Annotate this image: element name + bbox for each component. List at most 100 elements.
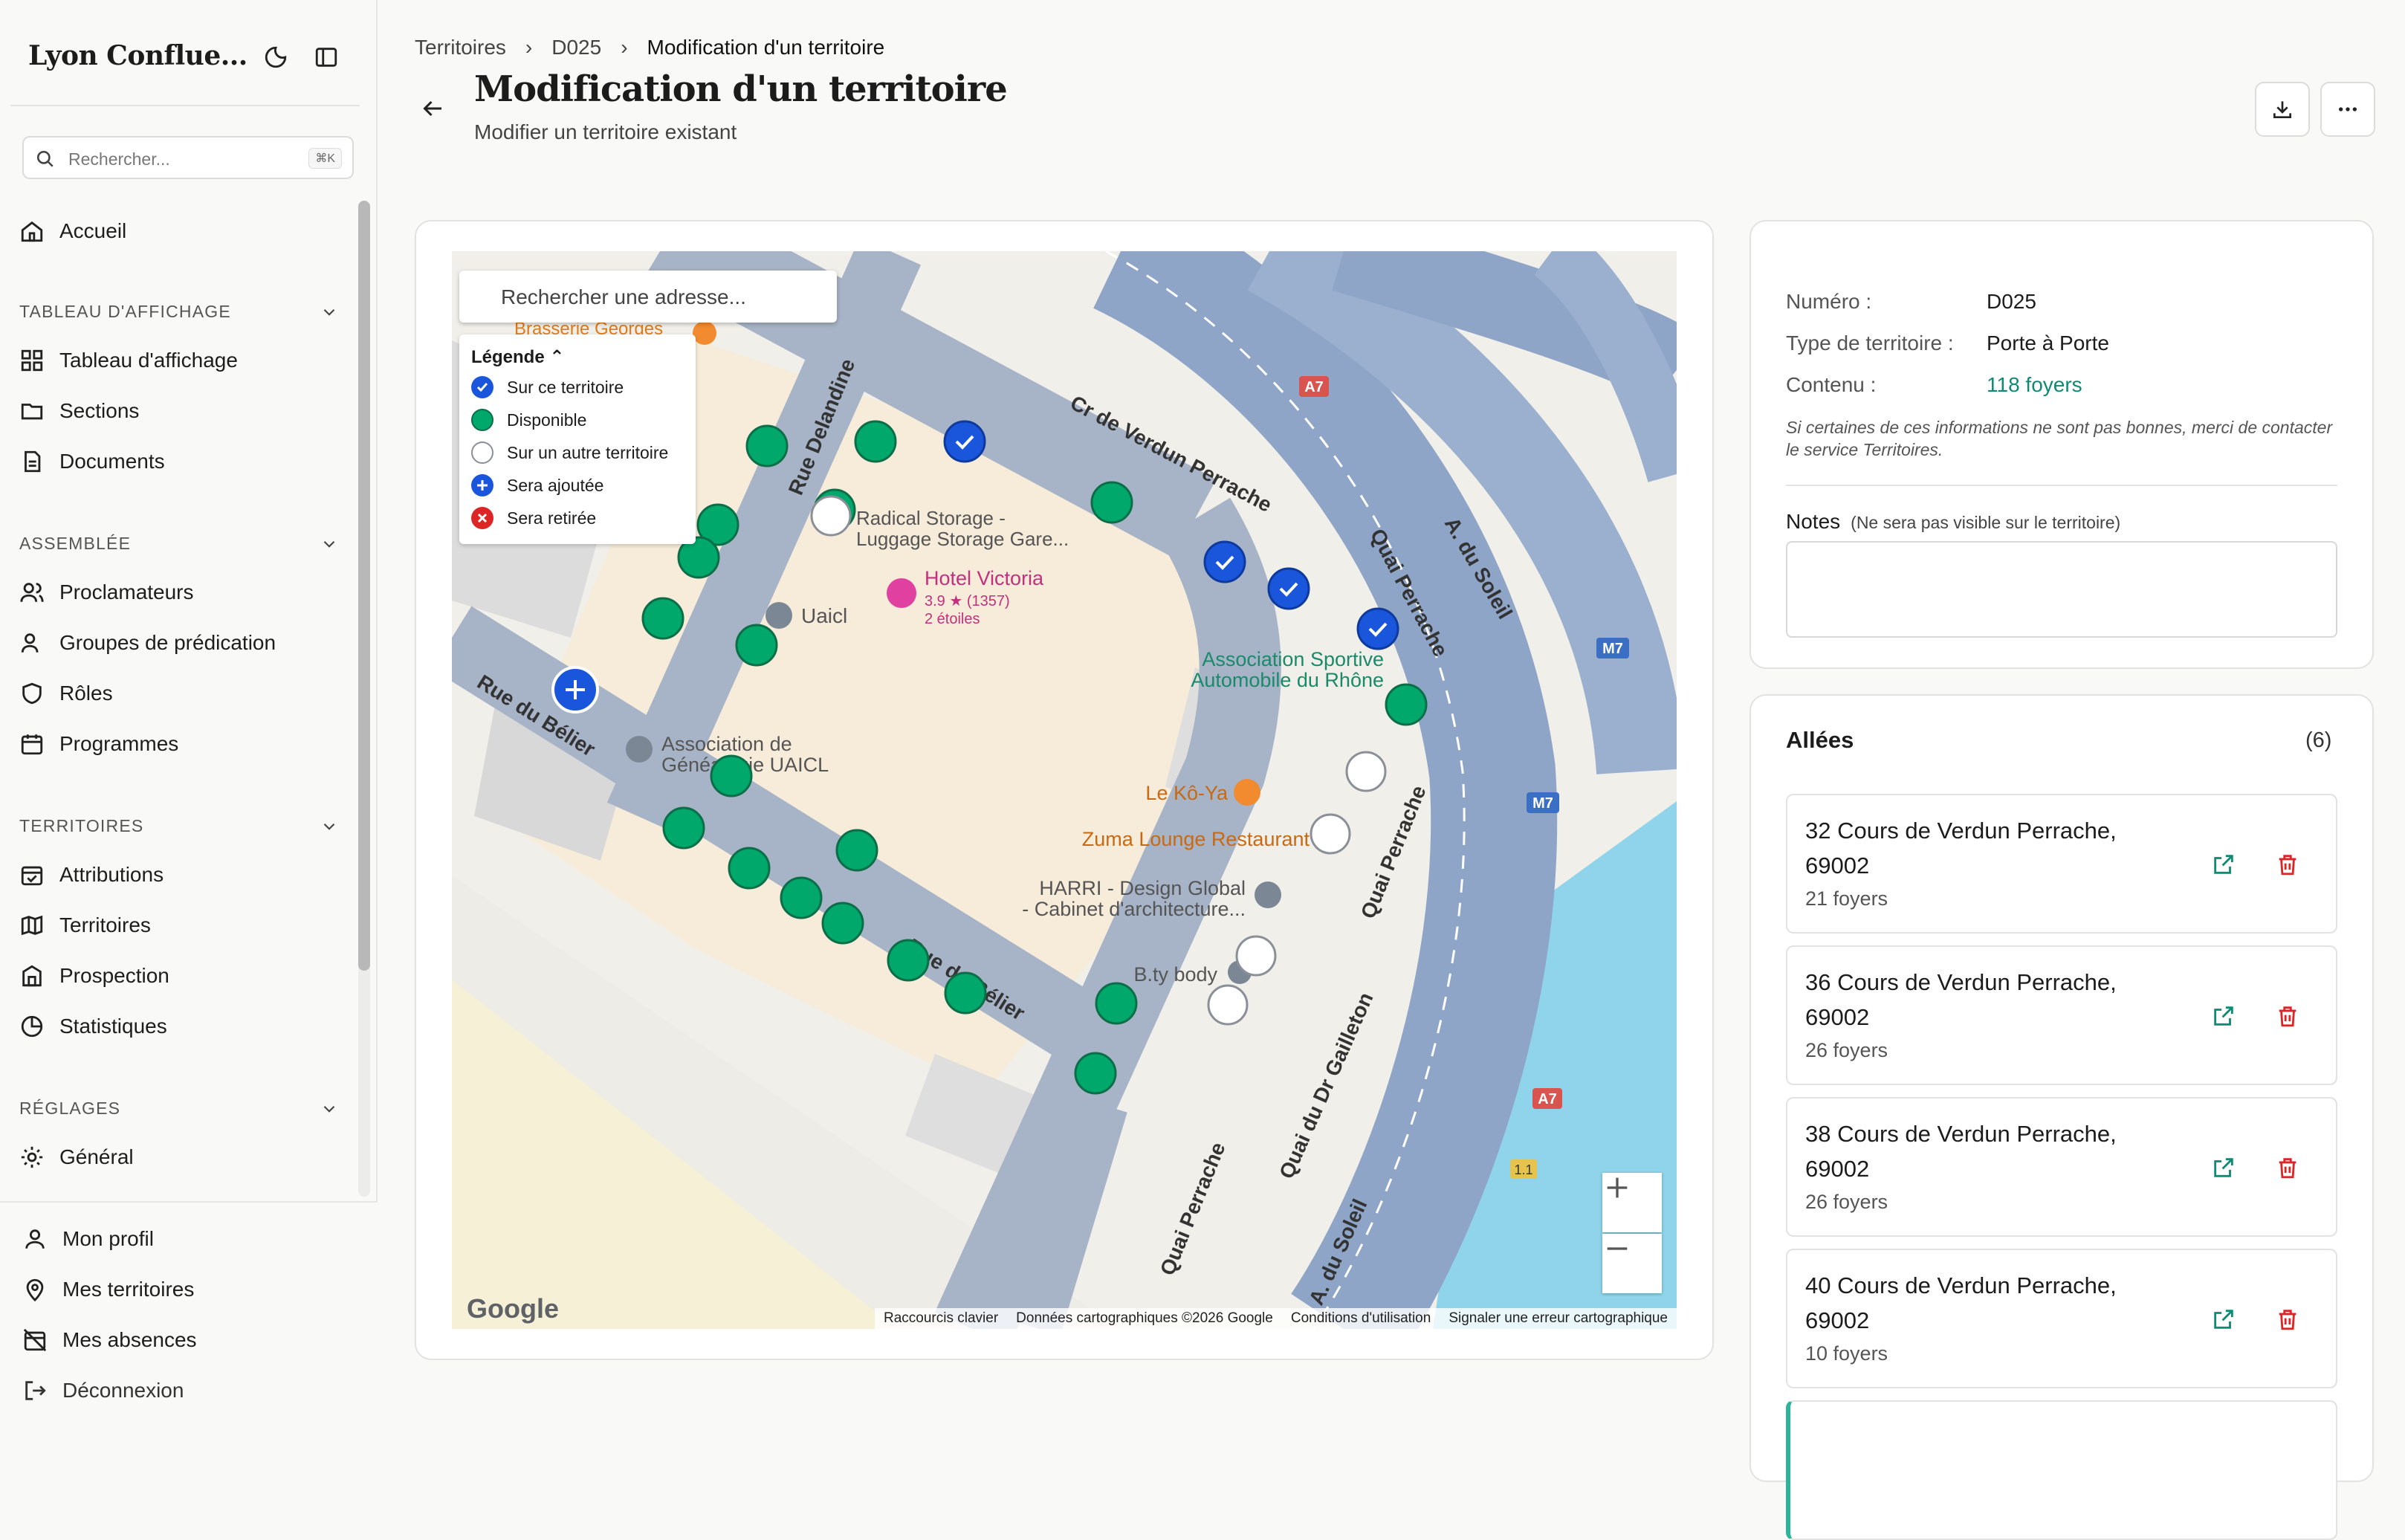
info-contenu: Contenu : 118 foyers xyxy=(1786,373,2082,397)
download-button[interactable] xyxy=(2255,82,2310,137)
section-header-assemblee[interactable]: ASSEMBLÉE xyxy=(19,534,339,554)
trash-icon[interactable] xyxy=(2275,1307,2300,1332)
notes-title: Notes xyxy=(1786,510,1841,533)
nav-deconnexion[interactable]: Déconnexion xyxy=(22,1372,349,1409)
section-header-reglages[interactable]: RÉGLAGES xyxy=(19,1099,339,1119)
external-link-icon[interactable] xyxy=(2211,1003,2236,1029)
marker-to-add[interactable] xyxy=(551,666,599,714)
user-icon xyxy=(21,633,39,653)
nav-mes-absences[interactable]: Mes absences xyxy=(22,1321,349,1359)
nav-statistiques[interactable]: Statistiques xyxy=(19,1008,346,1045)
nav-mes-territoires[interactable]: Mes territoires xyxy=(22,1271,349,1308)
nav-general[interactable]: Général xyxy=(19,1139,346,1176)
zoom-out-button[interactable] xyxy=(1602,1234,1662,1293)
section-title: TABLEAU D'AFFICHAGE xyxy=(19,302,231,321)
nav-label: Mon profil xyxy=(62,1227,154,1250)
breadcrumb-territoires[interactable]: Territoires xyxy=(415,36,506,59)
divider xyxy=(1786,485,2337,486)
search-placeholder: Rechercher... xyxy=(68,149,170,169)
nav-label: Prospection xyxy=(59,964,169,987)
map-attribution: Raccourcis clavier Données cartographiqu… xyxy=(875,1308,1677,1329)
info-label: Type de territoire : xyxy=(1786,331,1954,355)
nav-accueil[interactable]: Accueil xyxy=(19,213,346,250)
nav-label: Territoires xyxy=(59,913,151,936)
nav-label: Mes absences xyxy=(62,1328,197,1351)
attrib-shortcuts[interactable]: Raccourcis clavier xyxy=(884,1310,998,1327)
poi-sport-2: Automobile du Rhône xyxy=(1191,669,1384,691)
nav-groupes[interactable]: Groupes de prédication xyxy=(19,624,346,661)
info-value: Porte à Porte xyxy=(1987,331,2109,355)
more-horizontal-icon xyxy=(2339,107,2357,111)
legend-label: Sur ce territoire xyxy=(507,377,624,397)
theme-toggle-icon[interactable] xyxy=(263,45,288,70)
legend-title-text: Légende xyxy=(471,347,545,367)
info-type: Type de territoire : Porte à Porte xyxy=(1786,331,2109,355)
attrib-terms[interactable]: Conditions d'utilisation xyxy=(1291,1310,1431,1327)
green-dot-icon xyxy=(471,409,493,431)
zoom-in-button[interactable] xyxy=(1602,1173,1662,1232)
gear-icon xyxy=(21,1146,43,1168)
calendar-off-icon xyxy=(23,1328,47,1352)
user-icon xyxy=(25,1229,45,1249)
section-header-territoires[interactable]: TERRITOIRES xyxy=(19,816,339,836)
google-logo: Google xyxy=(467,1293,559,1324)
attrib-report[interactable]: Signaler une erreur cartographique xyxy=(1448,1310,1668,1327)
check-circle-icon xyxy=(471,376,493,398)
poi-hotel-rating: 3.9 ★ (1357) xyxy=(925,593,1010,609)
info-contenu-link[interactable]: 118 foyers xyxy=(1987,373,2082,397)
nav-prospection[interactable]: Prospection xyxy=(19,957,346,994)
breadcrumb-d025[interactable]: D025 xyxy=(551,36,601,59)
external-link-icon[interactable] xyxy=(2211,1155,2236,1180)
nav-label: Général xyxy=(59,1145,134,1168)
map[interactable]: A7 M7 M7 A7 1.1 Rue Delandine Cr de Verd… xyxy=(452,251,1677,1329)
search-shortcut: ⌘K xyxy=(308,148,342,169)
nav-territoires[interactable]: Territoires xyxy=(19,907,346,944)
plus-circle-icon xyxy=(471,474,493,496)
info-disclaimer: Si certaines de ces informations ne sont… xyxy=(1786,418,2333,459)
nav-proclamateurs[interactable]: Proclamateurs xyxy=(19,574,346,611)
chevron-down-icon xyxy=(323,823,335,830)
allee-item xyxy=(1786,1400,2337,1540)
legend-label: Sera retirée xyxy=(507,508,597,528)
more-options-button[interactable] xyxy=(2320,82,2375,137)
chevron-right-icon: › xyxy=(621,36,628,59)
grid-icon xyxy=(21,349,43,372)
trash-icon[interactable] xyxy=(2275,1003,2300,1029)
trash-icon[interactable] xyxy=(2275,852,2300,877)
folder-icon xyxy=(21,404,43,420)
calendar-check-icon xyxy=(21,866,43,886)
plus-icon xyxy=(1607,1177,1628,1198)
nav-mon-profil[interactable]: Mon profil xyxy=(22,1220,349,1258)
legend-label: Sur un autre territoire xyxy=(507,442,669,462)
map-label-m7: M7 xyxy=(1602,641,1623,657)
external-link-icon[interactable] xyxy=(2211,1307,2236,1332)
download-icon xyxy=(2273,101,2291,118)
sidebar-toggle-icon[interactable] xyxy=(314,45,339,70)
nav-documents[interactable]: Documents xyxy=(19,443,346,480)
nav-roles[interactable]: Rôles xyxy=(19,675,346,712)
nav-programmes[interactable]: Programmes xyxy=(19,725,346,763)
nav-label: Groupes de prédication xyxy=(59,631,276,654)
trash-icon[interactable] xyxy=(2275,1155,2300,1180)
info-value: D025 xyxy=(1987,290,2036,313)
external-link-icon[interactable] xyxy=(2211,852,2236,877)
nav-attributions[interactable]: Attributions xyxy=(19,856,346,893)
back-arrow-icon[interactable] xyxy=(419,95,446,122)
nav-sections[interactable]: Sections xyxy=(19,392,346,430)
attrib-data: Données cartographiques ©2026 Google xyxy=(1016,1310,1273,1326)
page-subtitle: Modifier un territoire existant xyxy=(474,120,737,143)
notes-textarea[interactable] xyxy=(1786,541,2337,638)
legend-title[interactable]: Légende ⌃ xyxy=(471,346,564,368)
search-input[interactable]: Rechercher... ⌘K xyxy=(22,136,354,179)
info-label: Numéro : xyxy=(1786,290,1872,313)
map-address-search[interactable]: Rechercher une adresse... xyxy=(459,271,837,323)
page-title: Modification d'un territoire xyxy=(474,68,1008,110)
scrollbar-thumb[interactable] xyxy=(358,201,370,971)
legend-row-other: Sur un autre territoire xyxy=(471,441,668,464)
allees-title: Allées xyxy=(1786,727,1854,753)
nav-tableau-affichage[interactable]: Tableau d'affichage xyxy=(19,342,346,379)
poi-sport-1: Association Sportive xyxy=(1202,648,1384,670)
section-header-tableau[interactable]: TABLEAU D'AFFICHAGE xyxy=(19,302,339,322)
allee-item: 36 Cours de Verdun Perrache, 69002 26 fo… xyxy=(1786,945,2337,1085)
nav-label: Attributions xyxy=(59,863,164,886)
